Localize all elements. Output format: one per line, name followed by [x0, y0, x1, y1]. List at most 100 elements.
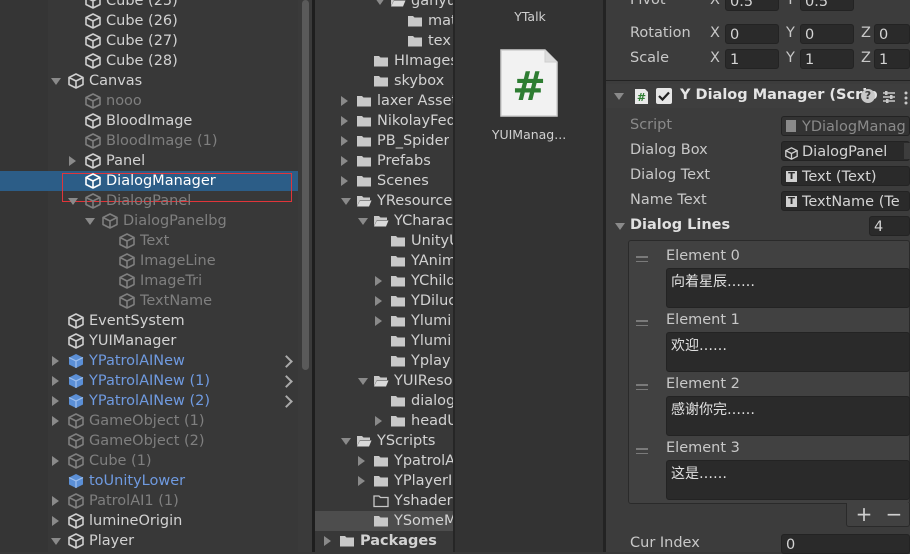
- hierarchy-item-label[interactable]: ImageTri: [140, 271, 202, 291]
- dialog-lines-count-field[interactable]: 4: [869, 216, 910, 236]
- pivot-x-field[interactable]: 0.5: [725, 0, 779, 11]
- project-folder-label[interactable]: Ylumi: [411, 331, 451, 351]
- project-folder-label[interactable]: Scenes: [377, 171, 429, 191]
- hierarchy-item-label[interactable]: EventSystem: [89, 311, 185, 331]
- hierarchy-item-label[interactable]: Player: [89, 531, 134, 551]
- component-enabled-checkbox[interactable]: [656, 88, 672, 104]
- hierarchy-item-label[interactable]: ImageLine: [140, 251, 216, 271]
- element-2-textarea[interactable]: 感谢你完……: [666, 396, 910, 436]
- collapsed-arrow-icon[interactable]: [52, 376, 59, 386]
- project-folder-label[interactable]: Yplay: [411, 351, 451, 371]
- project-folder-label[interactable]: dialog: [411, 391, 453, 411]
- element-3-textarea[interactable]: 这是……: [666, 460, 910, 500]
- name-text-field[interactable]: TextName (Te: [781, 191, 910, 211]
- collapsed-arrow-icon[interactable]: [341, 176, 348, 186]
- hierarchy-item-label[interactable]: GameObject (1): [89, 411, 205, 431]
- hierarchy-item-label[interactable]: BloodImage (1): [106, 131, 217, 151]
- project-folder-label[interactable]: mat: [428, 11, 453, 31]
- expanded-arrow-icon[interactable]: [358, 218, 368, 225]
- hierarchy-item-label[interactable]: Panel: [106, 151, 145, 171]
- project-folder-label[interactable]: skybox: [394, 71, 444, 91]
- hierarchy-item-label[interactable]: YPatrolAINew (1): [89, 371, 210, 391]
- hierarchy-item-label[interactable]: BloodImage: [106, 111, 192, 131]
- project-folder-label[interactable]: tex: [428, 31, 451, 51]
- expanded-arrow-icon[interactable]: [375, 0, 385, 5]
- expanded-arrow-icon[interactable]: [51, 538, 61, 545]
- project-folder-label[interactable]: YSomeM: [394, 511, 453, 531]
- collapsed-arrow-icon[interactable]: [52, 516, 59, 526]
- hierarchy-item-label[interactable]: toUnityLower: [89, 471, 185, 491]
- expanded-arrow-icon[interactable]: [85, 218, 95, 225]
- collapsed-arrow-icon[interactable]: [52, 416, 59, 426]
- reorder-handle[interactable]: [636, 384, 648, 393]
- collapsed-arrow-icon[interactable]: [375, 416, 382, 426]
- dialog-text-field[interactable]: Text (Text): [781, 166, 910, 186]
- hierarchy-item-label[interactable]: YPatrolAINew: [89, 351, 185, 371]
- project-folder-label[interactable]: laxer Asset: [377, 91, 453, 111]
- project-folder-label[interactable]: Yshader: [394, 491, 453, 511]
- project-folder-label[interactable]: YpatrolA: [394, 451, 453, 471]
- hierarchy-item-label[interactable]: DialogPanelbg: [123, 211, 227, 231]
- dialog-lines-label[interactable]: Dialog Lines: [630, 217, 730, 233]
- collapsed-arrow-icon[interactable]: [358, 456, 365, 466]
- hierarchy-item-label[interactable]: Cube (26): [106, 11, 178, 31]
- asset-label[interactable]: YUIManag...: [479, 127, 579, 142]
- scale-x-label[interactable]: X: [710, 50, 720, 66]
- collapsed-arrow-icon[interactable]: [52, 396, 59, 406]
- add-element-button[interactable]: +: [854, 503, 874, 525]
- project-folder-label[interactable]: YChild: [411, 271, 453, 291]
- hierarchy-item-label[interactable]: lumineOrigin: [89, 511, 182, 531]
- project-folder-label[interactable]: PB_Spider: [377, 131, 449, 151]
- project-folder-label[interactable]: YUIReso: [394, 371, 453, 391]
- hierarchy-scrollbar-thumb[interactable]: [302, 0, 309, 370]
- pivot-y-field[interactable]: 0.5: [800, 0, 854, 11]
- scale-y-field[interactable]: 1: [800, 49, 854, 69]
- hierarchy-item-label[interactable]: Text: [140, 231, 169, 251]
- project-folder-label[interactable]: ganyu: [411, 0, 453, 11]
- collapsed-arrow-icon[interactable]: [375, 296, 382, 306]
- collapsed-arrow-icon[interactable]: [52, 356, 59, 366]
- remove-element-button[interactable]: −: [884, 503, 904, 525]
- collapsed-arrow-icon[interactable]: [341, 116, 348, 126]
- dialog-lines-foldout-arrow[interactable]: [615, 223, 625, 230]
- element-0-textarea[interactable]: 向着星辰……: [666, 268, 910, 308]
- project-folder-label[interactable]: UnityU: [411, 231, 453, 251]
- collapsed-arrow-icon[interactable]: [341, 96, 348, 106]
- project-folder-label[interactable]: YPlayerI: [394, 471, 452, 491]
- expanded-arrow-icon[interactable]: [341, 438, 351, 445]
- hierarchy-item-label[interactable]: GameObject (2): [89, 431, 205, 451]
- hierarchy-item-label[interactable]: Cube (28): [106, 51, 178, 71]
- collapsed-arrow-icon[interactable]: [52, 456, 59, 466]
- scale-y-label[interactable]: Y: [786, 50, 795, 66]
- rotation-x-label[interactable]: X: [710, 25, 720, 41]
- project-folder-label[interactable]: YScripts: [377, 431, 435, 451]
- project-folder-label[interactable]: headU: [411, 411, 453, 431]
- project-folder-label[interactable]: Ylumi: [411, 311, 451, 331]
- scale-z-field[interactable]: 1: [874, 49, 910, 69]
- scale-z-label[interactable]: Z: [861, 50, 871, 66]
- hierarchy-item-label[interactable]: DialogPanel: [106, 191, 191, 211]
- expanded-arrow-icon[interactable]: [51, 78, 61, 85]
- hierarchy-item-label[interactable]: Cube (1): [89, 451, 152, 471]
- project-folder-label[interactable]: YDiluc: [411, 291, 453, 311]
- more-options-icon[interactable]: [903, 90, 910, 105]
- expanded-arrow-icon[interactable]: [68, 198, 78, 205]
- collapsed-arrow-icon[interactable]: [52, 496, 59, 506]
- rotation-x-field[interactable]: 0: [725, 24, 779, 44]
- hierarchy-item-label[interactable]: Cube (27): [106, 31, 178, 51]
- rotation-y-field[interactable]: 0: [800, 24, 854, 44]
- hierarchy-item-label[interactable]: nooo: [106, 91, 142, 111]
- project-folder-label[interactable]: Prefabs: [377, 151, 431, 171]
- hierarchy-item-label[interactable]: DialogManager: [106, 171, 216, 191]
- hierarchy-item-label[interactable]: TextName: [140, 291, 212, 311]
- rotation-z-label[interactable]: Z: [861, 25, 871, 41]
- element-1-textarea[interactable]: 欢迎……: [666, 332, 910, 372]
- project-folder-label[interactable]: YCharact: [394, 211, 453, 231]
- csharp-script-asset[interactable]: #: [499, 48, 559, 118]
- component-foldout-arrow[interactable]: [614, 93, 624, 100]
- rotation-z-field[interactable]: 0: [874, 24, 910, 44]
- collapsed-arrow-icon[interactable]: [375, 276, 382, 286]
- collapsed-arrow-icon[interactable]: [358, 476, 365, 486]
- object-picker-button[interactable]: [904, 143, 910, 159]
- reorder-handle[interactable]: [636, 256, 648, 265]
